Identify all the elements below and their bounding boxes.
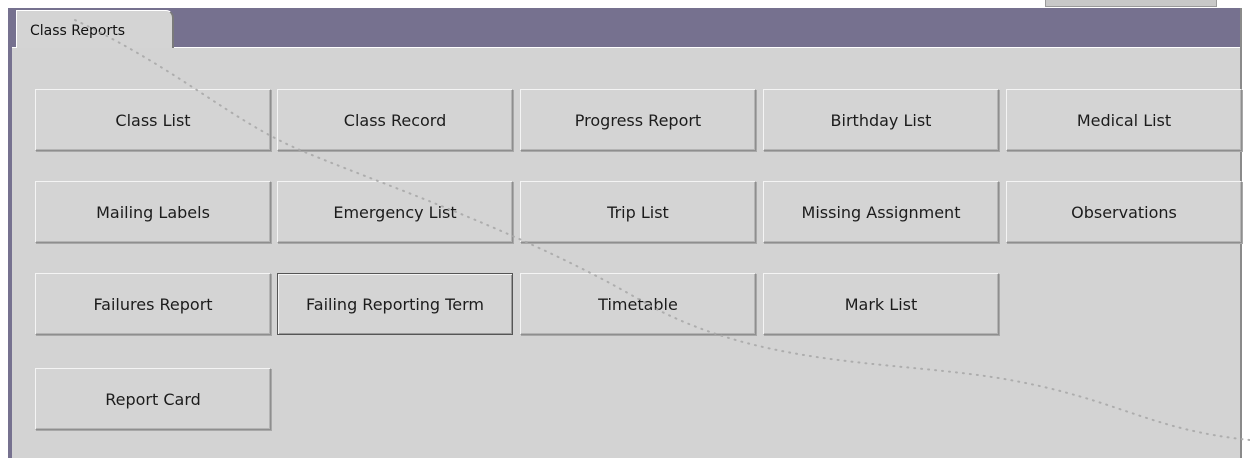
- failing-reporting-term-button[interactable]: Failing Reporting Term: [277, 273, 513, 335]
- failures-report-button[interactable]: Failures Report: [35, 273, 271, 335]
- timetable-button[interactable]: Timetable: [520, 273, 756, 335]
- class-list-button[interactable]: Class List: [35, 89, 271, 151]
- tab-class-reports[interactable]: Class Reports: [16, 10, 174, 48]
- observations-button[interactable]: Observations: [1006, 181, 1242, 243]
- report-card-button[interactable]: Report Card: [35, 368, 271, 430]
- top-right-box: [1045, 0, 1217, 7]
- tab-bar: [8, 8, 1242, 48]
- emergency-list-button[interactable]: Emergency List: [277, 181, 513, 243]
- progress-report-button[interactable]: Progress Report: [520, 89, 756, 151]
- missing-assignment-button[interactable]: Missing Assignment: [763, 181, 999, 243]
- app-window: Class Reports Class List Class Record Pr…: [0, 0, 1250, 458]
- medical-list-button[interactable]: Medical List: [1006, 89, 1242, 151]
- mark-list-button[interactable]: Mark List: [763, 273, 999, 335]
- trip-list-button[interactable]: Trip List: [520, 181, 756, 243]
- mailing-labels-button[interactable]: Mailing Labels: [35, 181, 271, 243]
- panel-left-edge: [8, 8, 12, 458]
- class-record-button[interactable]: Class Record: [277, 89, 513, 151]
- tab-label: Class Reports: [30, 23, 125, 39]
- birthday-list-button[interactable]: Birthday List: [763, 89, 999, 151]
